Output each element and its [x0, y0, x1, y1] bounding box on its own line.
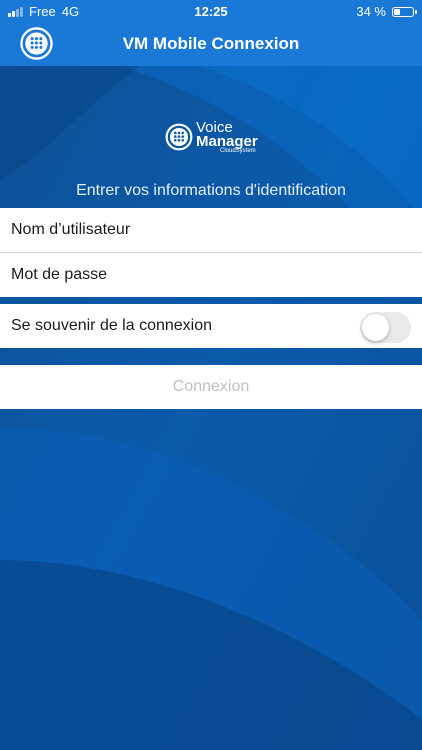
login-button[interactable]: Connexion — [0, 365, 422, 409]
password-row — [0, 253, 422, 297]
logo-text-manager: Manager — [196, 133, 258, 150]
toggle-knob — [362, 314, 389, 341]
remember-label: Se souvenir de la connexion — [11, 317, 213, 334]
logo-icon — [165, 123, 193, 151]
remember-row: Se souvenir de la connexion — [0, 304, 422, 348]
page-title: VM Mobile Connexion — [122, 34, 300, 53]
remember-toggle[interactable] — [360, 312, 411, 343]
voice-manager-logo: Voice Manager CloudSystem — [165, 120, 260, 156]
logo-text-cloudsystem: CloudSystem — [220, 148, 256, 154]
login-instruction: Entrer vos informations d'identification — [76, 182, 346, 199]
battery-icon — [392, 6, 417, 17]
status-bar: Free 4G 12:25 34 % — [0, 0, 422, 22]
battery-percent: 34 % — [356, 4, 386, 19]
username-row — [0, 208, 422, 252]
status-right: 34 % — [356, 4, 417, 19]
username-input[interactable] — [11, 221, 391, 239]
navigation-bar: VM Mobile Connexion — [0, 22, 422, 66]
password-input[interactable] — [11, 266, 391, 284]
